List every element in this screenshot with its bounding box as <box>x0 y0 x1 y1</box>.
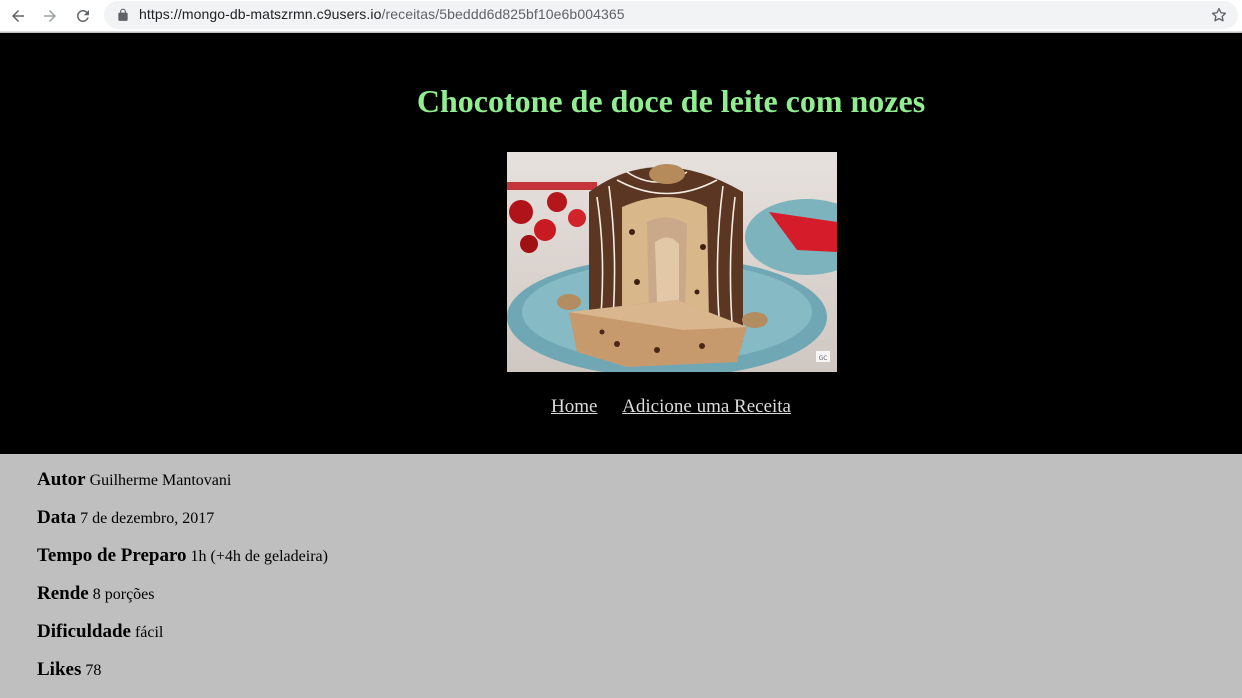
page-title: Chocotone de doce de leite com nozes <box>416 83 926 119</box>
address-bar[interactable]: https://mongo-db-matszrmn.c9users.io/rec… <box>104 1 1238 29</box>
detail-autor: Autor Guilherme Mantovani <box>37 469 328 507</box>
forward-arrow-icon[interactable] <box>38 4 62 28</box>
detail-tempo-de-preparo: Tempo de Preparo 1h (+4h de geladeira) <box>37 545 328 583</box>
add-recipe-link[interactable]: Adicione uma Receita <box>622 396 791 417</box>
url-text[interactable]: https://mongo-db-matszrmn.c9users.io/rec… <box>139 6 625 22</box>
detail-label: Autor <box>37 469 86 490</box>
detail-value: Guilherme Mantovani <box>89 472 232 489</box>
image-badge: GC <box>819 355 828 362</box>
detail-label: Tempo de Preparo <box>37 545 187 566</box>
detail-label: Rende <box>37 583 89 604</box>
detail-label: Data <box>37 507 77 528</box>
star-icon[interactable] <box>1210 6 1228 24</box>
detail-value: 8 porções <box>92 586 155 603</box>
recipe-details: Autor Guilherme Mantovani Data 7 de deze… <box>37 469 328 697</box>
detail-label: Dificuldade <box>37 621 131 642</box>
detail-dificuldade: Dificuldade fácil <box>37 621 328 659</box>
detail-data: Data 7 de dezembro, 2017 <box>37 507 328 545</box>
reload-icon[interactable] <box>71 4 95 28</box>
detail-value: 78 <box>85 662 102 679</box>
url-path: /receitas/5beddd6d825bf10e6b004365 <box>381 6 625 22</box>
back-arrow-icon[interactable] <box>6 4 30 28</box>
detail-likes: Likes 78 <box>37 659 328 697</box>
lock-icon <box>118 8 128 21</box>
browser-toolbar: https://mongo-db-matszrmn.c9users.io/rec… <box>0 0 1242 32</box>
detail-value: fácil <box>134 624 164 641</box>
detail-label: Likes <box>37 659 82 680</box>
home-link[interactable]: Home <box>551 396 597 417</box>
detail-value: 7 de dezembro, 2017 <box>80 510 215 527</box>
detail-rende: Rende 8 porções <box>37 583 328 621</box>
page-header: Chocotone de doce de leite com nozes GC … <box>0 33 1242 454</box>
header-nav: Home Adicione uma Receita <box>0 396 1242 418</box>
detail-value: 1h (+4h de geladeira) <box>190 548 328 565</box>
recipe-image: GC <box>507 152 837 372</box>
url-domain: https://mongo-db-matszrmn.c9users.io <box>139 6 382 22</box>
